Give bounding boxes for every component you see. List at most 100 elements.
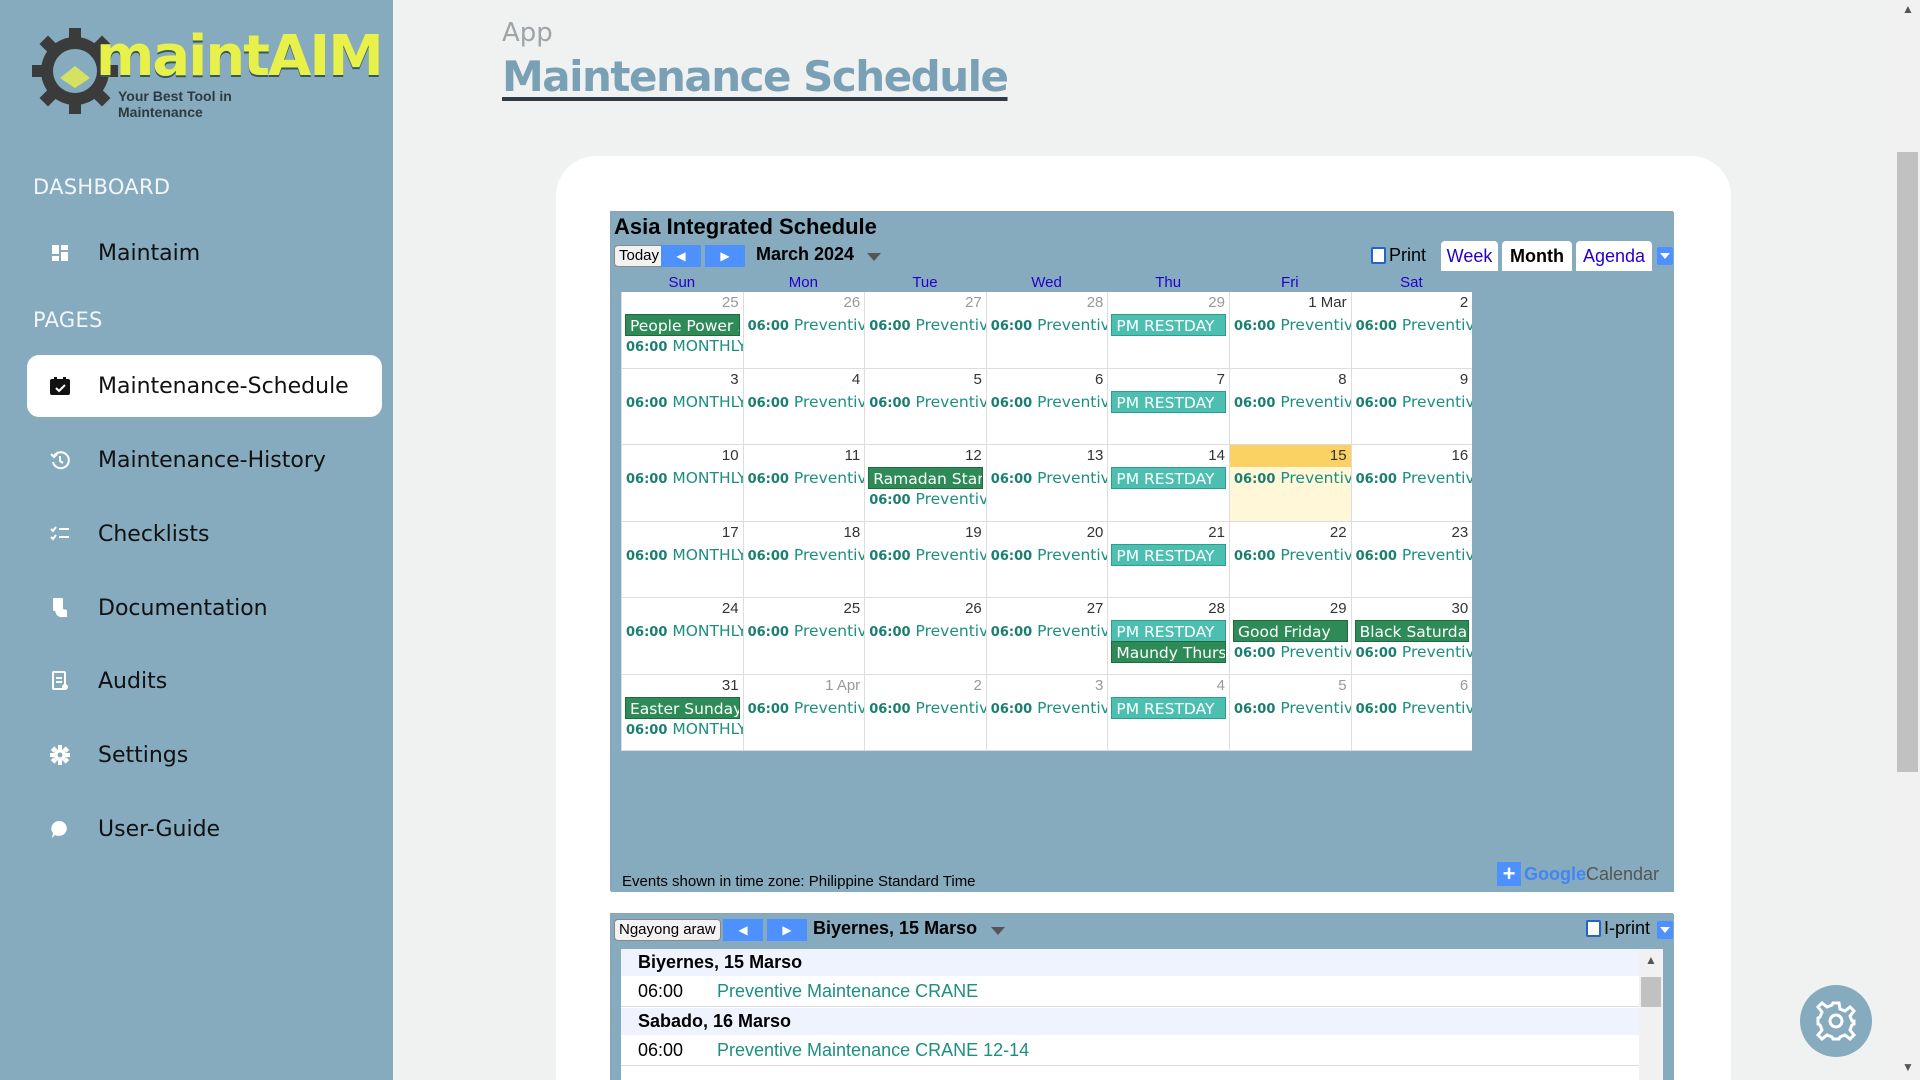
day-number[interactable]: 6 [1095, 371, 1103, 388]
calendar-event-timed[interactable]: 06:00 Preventive Maintenance [991, 467, 1108, 489]
calendar-event-timed[interactable]: 06:00 Preventive Maintenance [991, 391, 1108, 413]
day-number[interactable]: 24 [722, 600, 739, 617]
calendar-event-allday[interactable]: PM RESTDAY [1111, 696, 1226, 719]
agenda-event-row[interactable]: 06:00 Preventive Maintenance CRANE 12-14 [621, 1035, 1651, 1066]
calendar-day-cell[interactable]: 21 PM RESTDAY [1107, 521, 1229, 598]
calendar-event-timed[interactable]: 06:00 Preventive Maintenance [869, 488, 986, 510]
day-number[interactable]: 5 [1338, 677, 1346, 694]
calendar-event-timed[interactable]: 06:00 Preventive Maintenance [748, 391, 865, 413]
calendar-day-cell[interactable]: 4 PM RESTDAY [1107, 674, 1229, 751]
calendar-day-cell[interactable]: 26 06:00 Preventive Maintenance [864, 598, 986, 675]
calendar-event-timed[interactable]: 06:00 Preventive Maintenance [1234, 467, 1351, 489]
calendar-day-cell[interactable]: 3 06:00 Preventive Maintenance [985, 674, 1108, 751]
calendar-event-allday[interactable]: Black Saturday [1354, 620, 1470, 642]
day-number[interactable]: 21 [1208, 524, 1225, 541]
prev-month-button[interactable]: ◀ [661, 245, 701, 267]
calendar-event-timed[interactable]: 06:00 Preventive Maintenance [748, 697, 865, 719]
day-number[interactable]: 14 [1208, 447, 1225, 464]
agenda-date-label[interactable]: Biyernes, 15 Marso [813, 918, 977, 939]
day-number[interactable]: 3 [1095, 677, 1103, 694]
day-number[interactable]: 17 [722, 524, 739, 541]
day-number[interactable]: 2 [973, 677, 981, 694]
calendar-day-cell[interactable]: 22 06:00 Preventive Maintenance [1229, 521, 1351, 598]
calendar-day-cell[interactable]: 29Good Friday06:00 Preventive Maintenanc… [1229, 598, 1351, 675]
scroll-up-icon[interactable]: ▲ [1645, 953, 1657, 967]
calendar-event-timed[interactable]: 06:00 Preventive Maintenance [869, 544, 986, 566]
day-number[interactable]: 31 [722, 677, 739, 694]
calendar-day-cell[interactable]: 8 06:00 Preventive Maintenance [1229, 368, 1351, 445]
calendar-event-timed[interactable]: 06:00 Preventive Maintenance [1234, 544, 1351, 566]
calendar-event-timed[interactable]: 06:00 Preventive Maintenance [1234, 641, 1351, 663]
calendar-event-allday[interactable]: Easter Sunday [625, 696, 740, 719]
calendar-day-cell[interactable]: 1 Mar 06:00 Preventive Maintenance [1229, 292, 1351, 369]
calendar-event-allday[interactable]: PM RESTDAY [1111, 314, 1226, 336]
tab-month[interactable]: Month [1502, 241, 1572, 271]
sidebar-item-maintenance-schedule[interactable]: Maintenance-Schedule [27, 355, 382, 417]
agenda-scroll-thumb[interactable] [1641, 977, 1661, 1007]
calendar-day-cell-today[interactable]: 15 06:00 Preventive Maintenance [1229, 445, 1351, 522]
agenda-menu-dropdown-icon[interactable] [1657, 921, 1673, 939]
agenda-scrollbar[interactable]: ▲ [1639, 949, 1663, 1080]
day-number[interactable]: 28 [1208, 600, 1225, 617]
calendar-event-timed[interactable]: 06:00 MONTHLY PREVENTIVE [626, 620, 743, 642]
page-title[interactable]: Maintenance Schedule [502, 52, 1009, 101]
calendar-day-cell[interactable]: 2 06:00 Preventive Maintenance [1350, 292, 1473, 369]
calendar-day-cell[interactable]: 12Ramadan Start06:00 Preventive Maintena… [864, 445, 986, 522]
calendar-event-timed[interactable]: 06:00 MONTHLY PREVENTIVE [626, 467, 743, 489]
sidebar-item-maintenance-history[interactable]: Maintenance-History [27, 429, 382, 491]
day-number[interactable]: 1 Apr [825, 677, 860, 694]
calendar-day-cell[interactable]: 25 06:00 Preventive Maintenance [742, 598, 865, 675]
calendar-event-allday[interactable]: People Power Anniversary [625, 314, 740, 336]
day-number[interactable]: 30 [1452, 600, 1469, 617]
day-number[interactable]: 20 [1087, 524, 1104, 541]
calendar-event-timed[interactable]: 06:00 Preventive Maintenance [748, 544, 865, 566]
day-number[interactable]: 13 [1087, 447, 1104, 464]
calendar-day-cell[interactable]: 24 06:00 MONTHLY PREVENTIVE [621, 598, 743, 675]
today-button[interactable]: Today [614, 245, 665, 267]
sidebar-item-audits[interactable]: Audits [27, 650, 382, 712]
calendar-menu-dropdown-icon[interactable] [1657, 247, 1673, 265]
calendar-day-cell[interactable]: 25 People Power Anniversary06:00 MONTHLY … [621, 292, 743, 369]
day-number[interactable]: 22 [1330, 524, 1347, 541]
calendar-event-timed[interactable]: 06:00 MONTHLY PREVENTIVE [626, 335, 743, 357]
day-number[interactable]: 19 [965, 524, 982, 541]
calendar-day-cell[interactable]: 13 06:00 Preventive Maintenance [985, 445, 1108, 522]
calendar-day-cell[interactable]: 23 06:00 Preventive Maintenance [1350, 521, 1473, 598]
day-number[interactable]: 27 [1087, 600, 1104, 617]
sidebar-item-documentation[interactable]: Documentation [27, 577, 382, 639]
day-number[interactable]: 15 [1330, 447, 1347, 464]
calendar-event-allday[interactable]: Ramadan Start [868, 467, 983, 489]
calendar-event-timed[interactable]: 06:00 Preventive Maintenance [991, 697, 1108, 719]
agenda-next-button[interactable]: ▶ [767, 919, 807, 941]
calendar-event-allday[interactable]: PM RESTDAY [1111, 543, 1226, 566]
day-number[interactable]: 2 [1460, 294, 1468, 311]
day-number[interactable]: 5 [973, 371, 981, 388]
day-number[interactable]: 28 [1087, 294, 1104, 311]
calendar-event-timed[interactable]: 06:00 Preventive Maintenance [869, 697, 986, 719]
tab-week[interactable]: Week [1441, 241, 1498, 271]
day-number[interactable]: 26 [844, 294, 861, 311]
calendar-event-allday[interactable]: PM RESTDAY [1111, 620, 1226, 642]
calendar-event-allday[interactable]: PM RESTDAY [1111, 390, 1226, 413]
calendar-event-timed[interactable]: 06:00 MONTHLY PREVENTIVE [626, 544, 743, 566]
calendar-event-timed[interactable]: 06:00 Preventive Maintenance [869, 620, 986, 642]
day-number[interactable]: 18 [844, 524, 861, 541]
calendar-event-timed[interactable]: 06:00 Preventive Maintenance [748, 467, 865, 489]
day-number[interactable]: 25 [722, 294, 739, 311]
calendar-day-cell[interactable]: 26 06:00 Preventive Maintenance [742, 292, 865, 369]
next-month-button[interactable]: ▶ [705, 245, 745, 267]
calendar-day-cell[interactable]: 1 Apr 06:00 Preventive Maintenance [742, 674, 865, 751]
calendar-event-timed[interactable]: 06:00 Preventive Maintenance [869, 314, 986, 336]
day-number[interactable]: 3 [730, 371, 738, 388]
day-number[interactable]: 26 [965, 600, 982, 617]
print-button[interactable]: Print [1371, 245, 1426, 266]
calendar-event-allday[interactable]: PM RESTDAY [1111, 467, 1226, 489]
day-number[interactable]: 6 [1460, 677, 1468, 694]
calendar-day-cell[interactable]: 19 06:00 Preventive Maintenance [864, 521, 986, 598]
calendar-day-cell[interactable]: 7 PM RESTDAY [1107, 368, 1229, 445]
calendar-day-cell[interactable]: 28 PM RESTDAYMaundy Thursday [1107, 598, 1229, 675]
sidebar-item-checklists[interactable]: Checklists [27, 503, 382, 565]
calendar-day-cell[interactable]: 11 06:00 Preventive Maintenance [742, 445, 865, 522]
settings-fab-button[interactable] [1800, 985, 1872, 1057]
scroll-down-icon[interactable]: ▼ [1902, 1060, 1914, 1074]
